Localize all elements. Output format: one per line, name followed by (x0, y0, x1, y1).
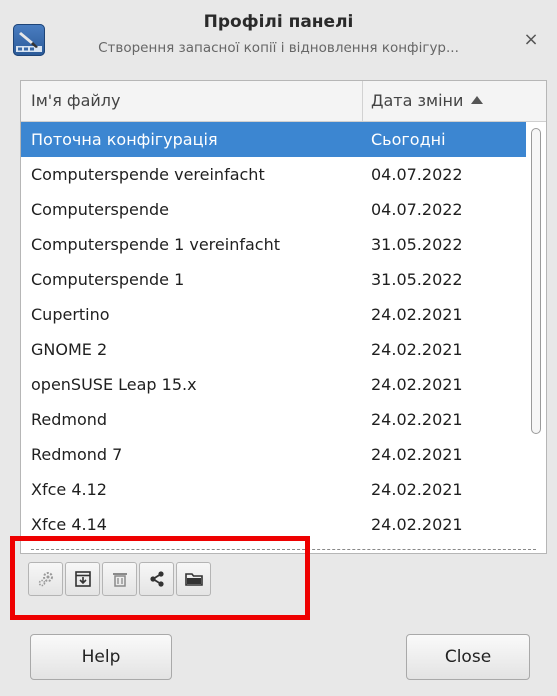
close-icon: × (523, 28, 539, 50)
list-header: Ім'я файлу Дата зміни (21, 81, 546, 122)
profiles-list: Ім'я файлу Дата зміни Поточна конфігурац… (20, 80, 547, 554)
row-filename: Redmond (31, 410, 108, 429)
sort-ascending-icon (471, 96, 484, 104)
list-row[interactable]: Computerspende 1 31.05.2022 (21, 262, 526, 297)
row-filename: Computerspende vereinfacht (31, 165, 265, 184)
row-modified-date: 24.02.2021 (371, 445, 463, 464)
list-row[interactable]: Computerspende vereinfacht 04.07.2022 (21, 157, 526, 192)
list-row[interactable]: openSUSE Leap 15.x 24.02.2021 (21, 367, 526, 402)
scrollbar-thumb[interactable] (531, 128, 541, 434)
list-row[interactable]: GNOME 2 24.02.2021 (21, 332, 526, 367)
row-filename: Поточна конфігурація (31, 130, 218, 149)
row-modified-date: 04.07.2022 (371, 200, 463, 219)
list-row[interactable]: Cupertino 24.02.2021 (21, 297, 526, 332)
panel-profiles-app-icon (13, 24, 45, 56)
row-filename: Computerspende 1 vereinfacht (31, 235, 280, 254)
window-subtitle: Створення запасної копії і відновлення к… (98, 40, 459, 56)
close-button[interactable]: Close (406, 634, 530, 680)
row-filename: GNOME 2 (31, 340, 108, 359)
row-modified-date: 04.07.2022 (371, 165, 463, 184)
row-modified-date: Сьогодні (371, 130, 446, 149)
column-header-filename[interactable]: Ім'я файлу (31, 81, 120, 121)
row-filename: Redmond 7 (31, 445, 123, 464)
column-header-date[interactable]: Дата зміни (371, 81, 484, 121)
list-row[interactable]: Redmond 24.02.2021 (21, 402, 526, 437)
panel-profiles-window: Профілі панелі Створення запасної копії … (0, 0, 557, 696)
row-filename: Cupertino (31, 305, 110, 324)
row-modified-date: 31.05.2022 (371, 235, 463, 254)
window-title: Профілі панелі (203, 12, 354, 32)
row-filename: Computerspende 1 (31, 270, 185, 289)
row-modified-date: 24.02.2021 (371, 480, 463, 499)
vertical-scrollbar[interactable] (528, 122, 544, 547)
list-row[interactable]: Redmond 7 24.02.2021 (21, 437, 526, 472)
column-divider[interactable] (362, 81, 363, 121)
list-row[interactable]: Поточна конфігурація Сьогодні (21, 122, 526, 157)
row-filename: Computerspende (31, 200, 170, 219)
row-modified-date: 24.02.2021 (371, 340, 463, 359)
list-row[interactable]: Computerspende 04.07.2022 (21, 192, 526, 227)
title-bar[interactable]: Профілі панелі Створення запасної копії … (0, 0, 557, 80)
help-button[interactable]: Help (30, 634, 172, 680)
row-filename: openSUSE Leap 15.x (31, 375, 197, 394)
toolbar-highlight-annotation (10, 536, 310, 620)
row-modified-date: 31.05.2022 (371, 270, 463, 289)
list-row[interactable]: Xfce 4.12 24.02.2021 (21, 472, 526, 507)
close-window-button[interactable]: × (521, 28, 541, 50)
row-modified-date: 24.02.2021 (371, 305, 463, 324)
row-modified-date: 24.02.2021 (371, 410, 463, 429)
column-header-date-label: Дата зміни (371, 91, 464, 110)
row-modified-date: 24.02.2021 (371, 515, 463, 534)
list-row[interactable]: Computerspende 1 vereinfacht 31.05.2022 (21, 227, 526, 262)
row-filename: Xfce 4.12 (31, 480, 107, 499)
row-modified-date: 24.02.2021 (371, 375, 463, 394)
